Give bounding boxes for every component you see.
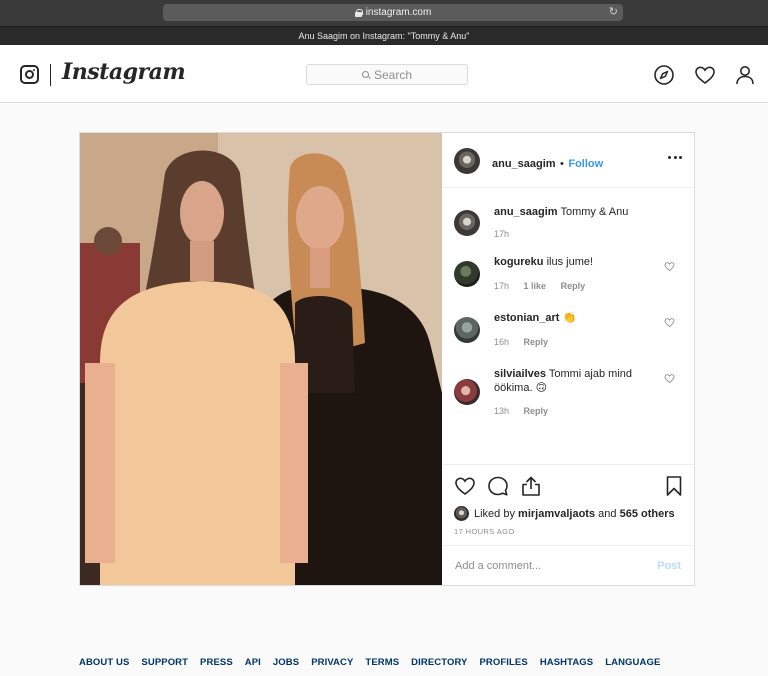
- window-title: Anu Saagim on Instagram: "Tommy & Anu": [0, 26, 768, 45]
- instagram-glyph-icon[interactable]: [20, 65, 39, 84]
- separator-dot: •: [560, 158, 564, 170]
- comment-likes[interactable]: 1 like: [524, 281, 547, 291]
- address-bar[interactable]: instagram.com ↻: [163, 4, 623, 21]
- post-timestamp[interactable]: 17 HOURS AGO: [454, 527, 515, 536]
- comment-bubble-icon[interactable]: [487, 475, 509, 497]
- heart-icon[interactable]: [694, 64, 716, 86]
- bookmark-icon[interactable]: [663, 475, 685, 497]
- comment-input[interactable]: Add a comment...: [455, 560, 541, 572]
- footer-link-terms[interactable]: TERMS: [365, 657, 399, 668]
- like-comment-heart-icon[interactable]: [664, 317, 675, 328]
- reload-icon[interactable]: ↻: [609, 6, 618, 19]
- liked-by-others[interactable]: 565 others: [620, 508, 675, 520]
- like-heart-icon[interactable]: [454, 475, 476, 497]
- search-placeholder: Search: [373, 67, 413, 82]
- liked-by-username[interactable]: mirjamvaljaots: [518, 508, 595, 520]
- avatar[interactable]: [454, 379, 480, 405]
- comment-time[interactable]: 13h: [494, 406, 509, 416]
- share-icon[interactable]: [520, 475, 542, 497]
- reply-button[interactable]: Reply: [524, 337, 549, 347]
- comment-username[interactable]: silviailves: [494, 368, 546, 380]
- post-card: anu_saagim • Follow anu_saagim Tommy & A…: [79, 132, 695, 586]
- caption: anu_saagim Tommy & Anu: [494, 205, 664, 219]
- footer-link-about-us[interactable]: ABOUT US: [79, 657, 129, 668]
- browser-toolbar: instagram.com ↻: [0, 0, 768, 26]
- liked-by: Liked by mirjamvaljaots and 565 others: [454, 506, 675, 521]
- footer-link-language[interactable]: LANGUAGE: [605, 657, 660, 668]
- comment-meta: 13h Reply: [494, 406, 560, 416]
- footer-link-privacy[interactable]: PRIVACY: [311, 657, 353, 668]
- reply-button[interactable]: Reply: [524, 406, 549, 416]
- comment-time[interactable]: 17h: [494, 281, 509, 291]
- avatar[interactable]: [454, 506, 469, 521]
- comment-item: kogureku ilus jume!: [494, 255, 664, 269]
- caption-username[interactable]: anu_saagim: [494, 206, 558, 218]
- comment-username[interactable]: estonian_art: [494, 312, 559, 324]
- profile-icon[interactable]: [734, 64, 756, 86]
- comment-meta: 16h Reply: [494, 337, 560, 347]
- footer-link-jobs[interactable]: JOBS: [273, 657, 299, 668]
- post-owner-username[interactable]: anu_saagim: [492, 158, 556, 170]
- post-header: anu_saagim • Follow: [442, 133, 694, 188]
- comment-item: silviailves Tommi ajab mind öökima. 🙃: [494, 367, 664, 395]
- footer-link-directory[interactable]: DIRECTORY: [411, 657, 467, 668]
- search-icon: [361, 71, 369, 78]
- comment-item: estonian_art 👏: [494, 311, 664, 325]
- footer-link-api[interactable]: API: [245, 657, 261, 668]
- compass-icon[interactable]: [653, 64, 675, 86]
- post-owner-line: anu_saagim • Follow: [492, 154, 603, 172]
- comment-meta: 17h 1 like Reply: [494, 281, 597, 291]
- comment-time[interactable]: 16h: [494, 337, 509, 347]
- avatar[interactable]: [454, 148, 480, 174]
- logo-divider: [50, 64, 51, 86]
- lock-icon: [354, 8, 363, 17]
- avatar[interactable]: [454, 317, 480, 343]
- footer-link-profiles[interactable]: PROFILES: [480, 657, 528, 668]
- post-photo[interactable]: [80, 133, 442, 585]
- post-side-panel: anu_saagim • Follow anu_saagim Tommy & A…: [442, 133, 694, 585]
- reply-button[interactable]: Reply: [561, 281, 586, 291]
- liked-by-and: and: [598, 507, 617, 520]
- like-comment-heart-icon[interactable]: [664, 261, 675, 272]
- caption-time[interactable]: 17h: [494, 229, 509, 239]
- avatar[interactable]: [454, 261, 480, 287]
- footer-link-support[interactable]: SUPPORT: [141, 657, 188, 668]
- like-comment-heart-icon[interactable]: [664, 373, 675, 384]
- site-header: Instagram Search: [0, 45, 768, 103]
- more-options-icon[interactable]: [668, 156, 682, 160]
- caption-meta: 17h: [494, 229, 521, 239]
- url-text: instagram.com: [365, 7, 432, 18]
- instagram-wordmark[interactable]: Instagram: [62, 59, 186, 85]
- footer-link-press[interactable]: PRESS: [200, 657, 233, 668]
- comment-text: ilus jume!: [546, 256, 594, 268]
- liked-by-prefix: Liked by: [474, 507, 515, 520]
- post-actions: Liked by mirjamvaljaots and 565 others 1…: [442, 464, 694, 585]
- comment-username[interactable]: kogureku: [494, 256, 544, 268]
- follow-button[interactable]: Follow: [568, 158, 603, 170]
- comment-text: 👏: [562, 312, 577, 324]
- post-comment-button[interactable]: Post: [657, 560, 681, 572]
- avatar[interactable]: [454, 210, 480, 236]
- add-comment-section: Add a comment... Post: [442, 545, 694, 585]
- search-input[interactable]: Search: [306, 64, 468, 85]
- photo-illustration: [80, 133, 442, 585]
- footer-link-hashtags[interactable]: HASHTAGS: [540, 657, 593, 668]
- footer-nav: ABOUT US SUPPORT PRESS API JOBS PRIVACY …: [79, 657, 672, 668]
- caption-text: Tommy & Anu: [560, 206, 629, 218]
